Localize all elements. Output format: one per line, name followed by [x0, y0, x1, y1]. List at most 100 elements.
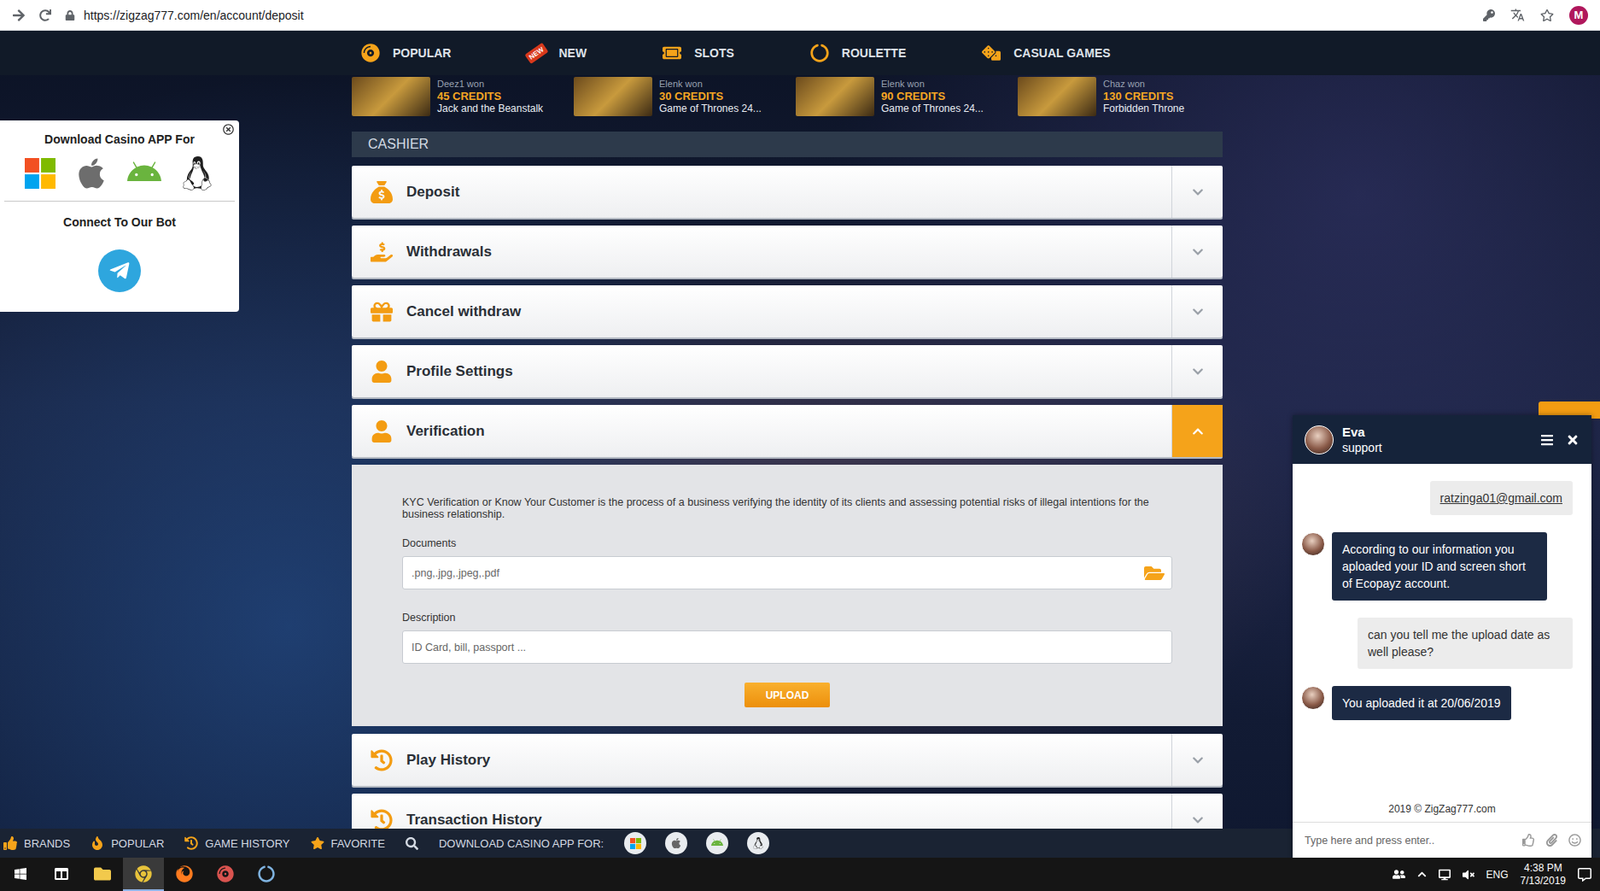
app-icon [216, 864, 234, 882]
chat-message: You aploaded it at 20/06/2019 [1301, 685, 1573, 720]
description-input[interactable] [409, 640, 1165, 655]
search-icon[interactable] [405, 836, 419, 850]
section-toggle[interactable] [1171, 733, 1223, 786]
winner-item[interactable]: Deez1 won45 CREDITSJack and the Beanstal… [351, 76, 574, 117]
task-view-button[interactable] [40, 857, 82, 891]
explorer-button[interactable] [81, 857, 123, 891]
forward-arrow-icon[interactable] [11, 8, 26, 23]
apple-icon[interactable] [74, 156, 109, 191]
volume-mute-icon[interactable] [1462, 868, 1475, 881]
linux-app-link[interactable] [747, 831, 770, 854]
documents-field[interactable] [402, 555, 1173, 590]
site-viewport: POPULAR NEWNEW SLOTS ROULETTE CASUAL GAMES De… [0, 30, 1600, 858]
new-icon: NEW [524, 40, 549, 65]
cashier-section[interactable]: Transaction History [351, 793, 1223, 829]
message-bubble: can you tell me the upload date as well … [1357, 617, 1573, 669]
cashier-section[interactable]: Profile Settings [351, 344, 1223, 398]
folder-icon[interactable] [1144, 562, 1165, 584]
nav-item[interactable]: POPULAR [358, 40, 451, 65]
linux-icon[interactable] [180, 156, 215, 191]
thumbs-up-icon[interactable] [1522, 833, 1536, 847]
app-button[interactable] [204, 857, 246, 891]
section-toggle[interactable] [1171, 404, 1223, 457]
bottom-bar-item[interactable]: BRANDS [3, 835, 71, 850]
section-toggle[interactable] [1171, 344, 1223, 398]
chevron-up-icon[interactable] [1417, 869, 1427, 879]
telegram-button[interactable] [98, 249, 141, 292]
emoji-icon[interactable] [1568, 833, 1582, 847]
bottom-bar-item[interactable]: GAME HISTORY [184, 835, 290, 850]
chat-input[interactable] [1302, 833, 1513, 847]
reload-icon[interactable] [39, 9, 52, 22]
address-bar[interactable]: https://zigzag777.com/en/account/deposit [64, 8, 1470, 23]
close-icon[interactable] [1565, 432, 1580, 447]
bottom-bar-item[interactable]: POPULAR [90, 835, 164, 850]
notification-icon[interactable] [1577, 867, 1592, 882]
winner-game: Game of Thrones 24... [659, 102, 762, 115]
cashier-sections: Deposit Withdrawals Cancel withdraw Profile… [351, 165, 1223, 829]
windows-app-link[interactable] [624, 831, 647, 854]
cashier-section[interactable]: Deposit [351, 165, 1223, 218]
upload-button[interactable]: UPLOAD [744, 682, 830, 707]
winner-credits: 130 CREDITS [1103, 89, 1185, 103]
game-thumbnail [573, 76, 653, 117]
nav-item[interactable]: ROULETTE [807, 40, 906, 65]
firefox-icon [175, 864, 193, 882]
translate-icon[interactable] [1510, 7, 1525, 23]
description-field[interactable] [402, 630, 1173, 664]
profile-avatar[interactable]: M [1569, 5, 1589, 25]
app-button[interactable] [245, 857, 287, 891]
documents-input[interactable] [409, 566, 1138, 580]
chrome-button[interactable] [122, 857, 164, 891]
task-view-icon [54, 866, 69, 881]
agent-name: Eva [1342, 424, 1383, 440]
menu-icon[interactable] [1540, 432, 1554, 447]
chat-messages: ratzinga01@gmail.com According to our inf… [1292, 463, 1592, 798]
nav-item[interactable]: SLOTS [659, 40, 735, 65]
history-icon [184, 835, 199, 850]
chat-input-bar [1292, 821, 1592, 858]
money-bag-icon [370, 181, 393, 204]
section-toggle[interactable] [1171, 793, 1223, 829]
firefox-button[interactable] [163, 857, 205, 891]
android-app-link[interactable] [706, 831, 729, 854]
browser-bar: https://zigzag777.com/en/account/deposit… [0, 0, 1600, 31]
winner-item[interactable]: Elenk won30 CREDITSGame of Thrones 24... [573, 76, 796, 117]
people-icon[interactable] [1392, 867, 1406, 881]
message-bubble[interactable]: ratzinga01@gmail.com [1430, 480, 1573, 515]
winner-credits: 90 CREDITS [881, 89, 984, 103]
bookmark-star-icon[interactable] [1540, 8, 1554, 23]
winner-item[interactable]: Chaz won130 CREDITSForbidden Throne [1017, 76, 1223, 117]
documents-label: Documents [402, 537, 1173, 549]
cashier-section[interactable]: Cancel withdraw [351, 285, 1223, 338]
message-bubble: You aploaded it at 20/06/2019 [1331, 685, 1512, 720]
nav-item[interactable]: CASUAL GAMES [979, 40, 1110, 65]
section-toggle[interactable] [1171, 225, 1223, 278]
thumbs-up-icon [3, 835, 18, 850]
network-icon[interactable] [1438, 868, 1451, 881]
attach-icon[interactable] [1545, 833, 1559, 847]
cashier-column: Deez1 won45 CREDITSJack and the Beanstal… [351, 75, 1223, 829]
language-indicator[interactable]: ENG [1486, 868, 1509, 881]
section-toggle[interactable] [1171, 165, 1223, 218]
start-button[interactable] [0, 857, 41, 891]
download-label: DOWNLOAD CASINO APP FOR: [438, 836, 604, 850]
section-label: Withdrawals [406, 243, 492, 261]
panel-close[interactable] [222, 123, 234, 135]
nav-item[interactable]: NEWNEW [524, 40, 587, 65]
cashier-section[interactable]: Play History [351, 733, 1223, 786]
cashier-section[interactable]: Withdrawals [351, 225, 1223, 278]
cashier-section[interactable]: Verification [351, 404, 1223, 457]
close-icon [222, 123, 234, 135]
winner-item[interactable]: Elenk won90 CREDITSGame of Thrones 24... [795, 76, 1018, 117]
apple-app-link[interactable] [665, 831, 688, 854]
agent-avatar [1301, 531, 1326, 556]
key-icon[interactable] [1483, 9, 1495, 22]
bottom-bar-item[interactable]: FAVORITE [310, 835, 386, 850]
clock[interactable]: 4:38 PM7/13/2019 [1520, 861, 1566, 888]
chrome-icon [134, 864, 152, 882]
message-bubble: According to our information you aploade… [1331, 531, 1548, 601]
user-icon [370, 360, 393, 383]
android-icon[interactable] [127, 156, 162, 191]
section-toggle[interactable] [1171, 285, 1223, 338]
